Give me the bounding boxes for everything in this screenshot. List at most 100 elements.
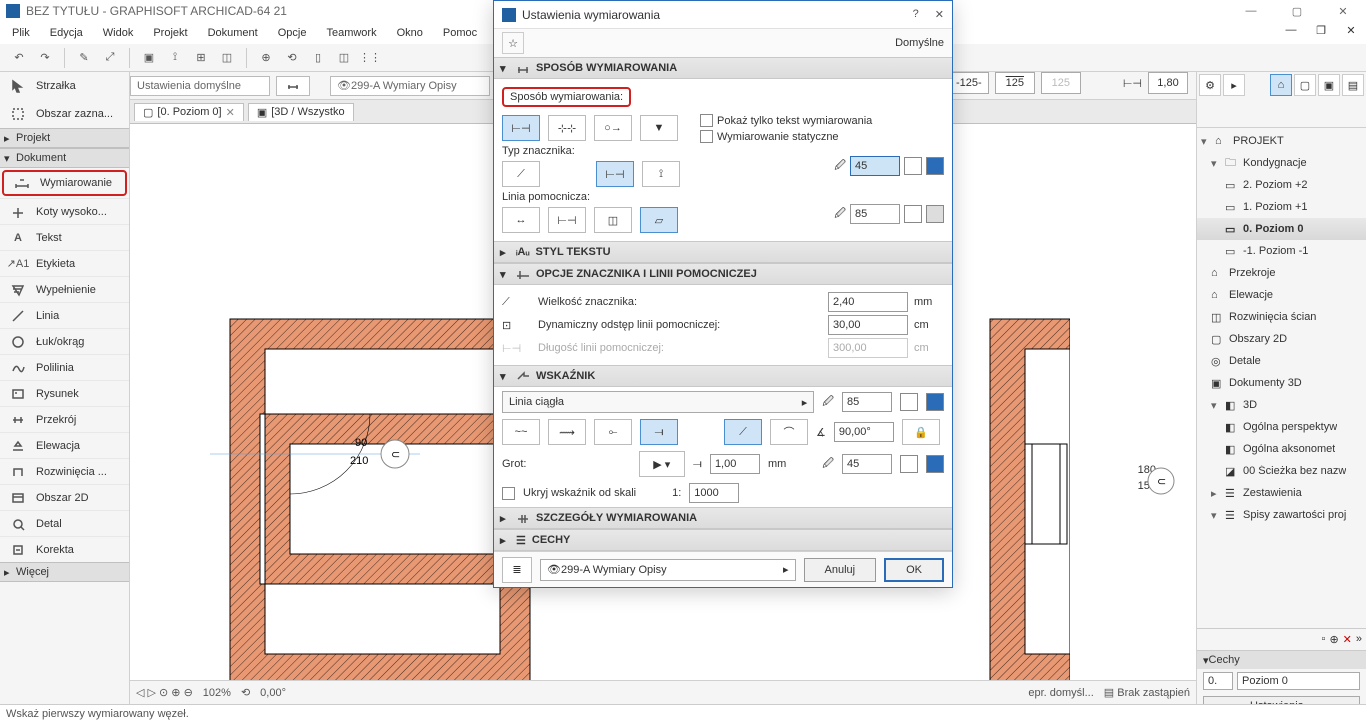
- section-projekt[interactable]: ▸Projekt: [0, 128, 129, 148]
- menu-projekt[interactable]: Projekt: [145, 25, 195, 41]
- tree-item[interactable]: ⌂Elewacje: [1197, 284, 1366, 306]
- properties-header[interactable]: ▾ Cechy: [1197, 651, 1366, 669]
- pointer-opt4[interactable]: ⟞: [640, 419, 678, 445]
- pen-swatch1[interactable]: [904, 157, 922, 175]
- mdi-close-icon[interactable]: ✕: [1336, 22, 1366, 39]
- nav-icons[interactable]: ◁ ▷ ⊙ ⊕ ⊖: [136, 686, 193, 699]
- dim-type-icon[interactable]: [276, 76, 310, 96]
- pointer-ang2[interactable]: ⌒: [770, 419, 808, 445]
- pointer-opt2[interactable]: ⟿: [548, 419, 586, 445]
- angle-value[interactable]: 0,00°: [260, 687, 286, 699]
- marker-size[interactable]: 2,40: [828, 292, 908, 312]
- undo-icon[interactable]: ↶: [8, 47, 30, 69]
- tool-rysunek[interactable]: Rysunek: [0, 380, 129, 406]
- favorite-icon[interactable]: ☆: [502, 32, 524, 54]
- delete-view-icon[interactable]: ✕: [1343, 633, 1352, 646]
- pen-swatch4[interactable]: [926, 205, 944, 223]
- witness-pen[interactable]: 85: [850, 204, 900, 224]
- pointer-angle[interactable]: 90,00°: [834, 422, 894, 442]
- section-sposob[interactable]: ▾SPOSÓB WYMIAROWANIA: [494, 57, 952, 79]
- pen-swatch5[interactable]: [900, 393, 918, 411]
- arrowhead-dropdown[interactable]: ▶ ▾: [639, 451, 685, 477]
- pen-swatch6[interactable]: [926, 393, 944, 411]
- tree-item[interactable]: ▾☰Spisy zawartości proj: [1197, 504, 1366, 526]
- tree-3dview[interactable]: ◧Ogólna aksonomet: [1197, 438, 1366, 460]
- tree-floor[interactable]: ▭-1. Poziom -1: [1197, 240, 1366, 262]
- nav-arrow-icon[interactable]: ▸: [1223, 74, 1245, 96]
- tool-luk[interactable]: Łuk/okrąg: [0, 328, 129, 354]
- section-szczegoly[interactable]: ▸SZCZEGÓŁY WYMIAROWANIA: [494, 507, 952, 529]
- tool-detal[interactable]: Detal: [0, 510, 129, 536]
- mdi-minimize-icon[interactable]: —: [1276, 22, 1306, 39]
- mdi-restore-icon[interactable]: ❐: [1306, 22, 1336, 39]
- layer-icon[interactable]: ≣: [502, 557, 532, 583]
- pointer-pen[interactable]: 85: [842, 392, 892, 412]
- tree-floor[interactable]: ▭1. Poziom +1: [1197, 196, 1366, 218]
- section-opcje[interactable]: ▾OPCJE ZNACZNIKA I LINII POMOCNICZEJ: [494, 263, 952, 285]
- dim-type-linear[interactable]: ⊢⊣: [502, 115, 540, 141]
- grid-icon[interactable]: ⊞: [190, 47, 212, 69]
- redo-icon[interactable]: ↷: [34, 47, 56, 69]
- view-settings-icon[interactable]: »: [1356, 633, 1362, 646]
- tree-3dview[interactable]: ◧Ogólna perspektyw: [1197, 416, 1366, 438]
- tree-item[interactable]: ▢Obszary 2D: [1197, 328, 1366, 350]
- marker-type-1[interactable]: ⟋: [502, 161, 540, 187]
- witness-1[interactable]: ↔: [502, 207, 540, 233]
- witness-2[interactable]: ⊢⊣: [548, 207, 586, 233]
- lock-icon[interactable]: 🔒: [902, 419, 940, 445]
- pen-swatch2[interactable]: [926, 157, 944, 175]
- menu-pomoc[interactable]: Pomoc: [435, 25, 485, 41]
- tree-item[interactable]: ◫Rozwinięcia ścian: [1197, 306, 1366, 328]
- pointer-ang1[interactable]: ⟋: [724, 419, 762, 445]
- dim-type-cum[interactable]: ○→: [594, 115, 632, 141]
- nav-layoutbook-icon[interactable]: ▣: [1318, 74, 1340, 96]
- line-style-dropdown[interactable]: Linia ciągła▸: [502, 391, 814, 413]
- tree-item[interactable]: ▣Dokumenty 3D: [1197, 372, 1366, 394]
- dim-type-chain[interactable]: ⊹⊹: [548, 115, 586, 141]
- prop-name[interactable]: Poziom 0: [1237, 672, 1360, 690]
- nav-publisher-icon[interactable]: ▤: [1342, 74, 1364, 96]
- settings-field[interactable]: Ustawienia domyślne: [130, 76, 270, 96]
- marker-type-3[interactable]: ⟟: [642, 161, 680, 187]
- pen-swatch3[interactable]: [904, 205, 922, 223]
- tool-arrow[interactable]: Strzałka: [0, 72, 129, 100]
- pen-swatch8[interactable]: [926, 455, 944, 473]
- prop-id[interactable]: 0.: [1203, 672, 1233, 690]
- tool-korekta[interactable]: Korekta: [0, 536, 129, 562]
- close-icon[interactable]: ✕: [226, 106, 235, 119]
- mirror-icon[interactable]: ▯: [307, 47, 329, 69]
- menu-teamwork[interactable]: Teamwork: [318, 25, 384, 41]
- section-dokument[interactable]: ▾Dokument: [0, 148, 129, 168]
- tool-polilinia[interactable]: Polilinia: [0, 354, 129, 380]
- help-icon[interactable]: ?: [913, 8, 919, 21]
- section-cechy[interactable]: ▸☰CECHY: [494, 529, 952, 551]
- move-icon[interactable]: ⊕: [255, 47, 277, 69]
- menu-dokument[interactable]: Dokument: [200, 25, 266, 41]
- tree-floor[interactable]: ▭2. Poziom +2: [1197, 174, 1366, 196]
- pen-swatch7[interactable]: [900, 455, 918, 473]
- close-icon[interactable]: ✕: [935, 8, 944, 21]
- scale-value[interactable]: 1000: [689, 483, 739, 503]
- witness-4[interactable]: ▱: [640, 207, 678, 233]
- dim-val-3[interactable]: 125: [995, 72, 1035, 94]
- ok-button[interactable]: OK: [884, 558, 944, 582]
- elevate-icon[interactable]: ◫: [333, 47, 355, 69]
- tree-floor-current[interactable]: ▭0. Poziom 0: [1197, 218, 1366, 240]
- arrow-size[interactable]: 1,00: [710, 454, 760, 474]
- section-wiecej[interactable]: ▸Więcej: [0, 562, 129, 582]
- menu-okno[interactable]: Okno: [389, 25, 431, 41]
- multiply-icon[interactable]: ⋮⋮: [359, 47, 381, 69]
- dim-height[interactable]: 1,80: [1148, 72, 1188, 94]
- tool-etykieta[interactable]: ↗A1Etykieta: [0, 250, 129, 276]
- zoom-level[interactable]: 102%: [203, 687, 231, 699]
- syringe-icon[interactable]: ⤢: [99, 47, 121, 69]
- tool-koty[interactable]: Koty wysoko...: [0, 198, 129, 224]
- tool-linia[interactable]: Linia: [0, 302, 129, 328]
- tool-marquee[interactable]: Obszar zazna...: [0, 100, 129, 128]
- pointer-opt3[interactable]: ⟜: [594, 419, 632, 445]
- navigator-tree[interactable]: ▾⌂PROJEKT ▾🗀Kondygnacje ▭2. Poziom +2 ▭1…: [1197, 128, 1366, 628]
- dyn-gap[interactable]: 30,00: [828, 315, 908, 335]
- tab-3d[interactable]: ▣ [3D / Wszystko: [248, 103, 354, 121]
- menu-opcje[interactable]: Opcje: [270, 25, 315, 41]
- tab-floorplan[interactable]: ▢ [0. Poziom 0] ✕: [134, 103, 244, 121]
